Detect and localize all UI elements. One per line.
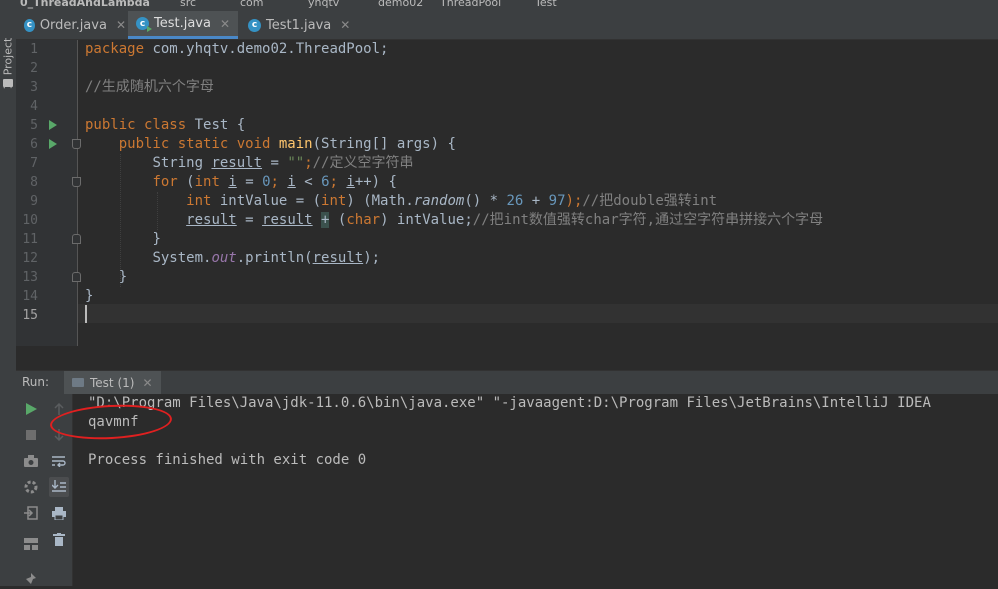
code-line-13: }: [118, 269, 128, 285]
play-icon: [26, 403, 37, 415]
navigation-bar: 0_ThreadAndLambda src com yhqtv demo02 T…: [0, 0, 998, 11]
editor-bottom-spacer: [16, 346, 998, 370]
code-line-5: public class Test {: [85, 117, 246, 133]
line-number: 7: [30, 156, 38, 171]
code-editor[interactable]: 1 2 3 4 5 6 7 8 9 10 11 12 13 14 15 pack…: [16, 40, 998, 346]
breadcrumb-com[interactable]: com: [240, 0, 264, 8]
rerun-button[interactable]: [21, 399, 41, 419]
editor-gutter: 1 2 3 4 5 6 7 8 9 10 11 12 13 14 15: [16, 40, 81, 346]
code-line-14: }: [85, 288, 94, 304]
left-tool-strip: 1: Project: [0, 11, 17, 586]
editor-tab-bar: c Order.java ✕ c Test.java ✕ c Test1.jav…: [16, 11, 998, 40]
fold-icon[interactable]: [72, 139, 81, 149]
close-icon[interactable]: ✕: [116, 18, 126, 32]
layout-icon: [24, 538, 38, 550]
close-icon[interactable]: ✕: [220, 17, 230, 31]
code-line-10: result = result + (char) intValue;//把int…: [186, 212, 824, 228]
console-command-line: "D:\Program Files\Java\jdk-11.0.6\bin\ja…: [88, 395, 931, 411]
enter-icon: [24, 506, 38, 520]
run-config-tab[interactable]: Test (1) ✕: [64, 371, 161, 394]
line-number: 1: [30, 42, 38, 57]
run-gutter-icon[interactable]: [49, 120, 57, 130]
line-number: 6: [30, 137, 38, 152]
close-icon[interactable]: ✕: [340, 18, 350, 32]
code-line-3: //生成随机六个字母: [85, 79, 214, 95]
line-number: 4: [30, 99, 38, 114]
breadcrumb-yhqtv[interactable]: yhqtv: [308, 0, 339, 8]
close-icon[interactable]: ✕: [142, 376, 152, 390]
fold-icon[interactable]: [72, 234, 81, 244]
gear-icon: [24, 480, 38, 494]
scroll-to-end-icon: [52, 480, 66, 492]
dump-threads-button[interactable]: [21, 451, 41, 471]
stop-icon: [26, 430, 36, 440]
line-number: 12: [22, 251, 38, 266]
breadcrumb-src[interactable]: src: [180, 0, 196, 8]
line-number: 3: [30, 80, 38, 95]
line-number: 11: [22, 232, 38, 247]
run-gutter-icon[interactable]: [49, 139, 57, 149]
breadcrumb-test[interactable]: Test: [535, 0, 557, 8]
tab-order-java[interactable]: c Order.java ✕: [16, 11, 126, 39]
tab-label: Test1.java: [266, 17, 332, 33]
tab-label: Order.java: [39, 17, 107, 33]
console-icon: [72, 378, 84, 387]
clear-all-button[interactable]: [49, 529, 69, 549]
line-number: 14: [22, 289, 38, 304]
tab-test-java[interactable]: c Test.java ✕: [128, 11, 238, 39]
restore-layout-button[interactable]: [21, 503, 41, 523]
pin-button[interactable]: [21, 569, 41, 589]
tab-test1-java[interactable]: c Test1.java ✕: [240, 11, 352, 39]
settings-button[interactable]: [21, 477, 41, 497]
print-button[interactable]: [49, 503, 69, 523]
run-label: Run:: [22, 375, 50, 389]
fold-icon[interactable]: [72, 177, 81, 187]
java-class-runnable-icon: c: [136, 17, 152, 32]
text-caret: [85, 305, 87, 323]
code-line-9: int intValue = (int) (Math.random() * 26…: [186, 193, 718, 209]
run-tab-label: Test (1): [90, 375, 135, 390]
camera-icon: [24, 455, 38, 467]
soft-wrap-icon: [52, 456, 66, 467]
run-tool-header: Run: Test (1) ✕: [16, 370, 998, 395]
fold-icon[interactable]: [72, 272, 81, 282]
stop-button[interactable]: [21, 425, 41, 445]
code-line-11: }: [152, 231, 161, 247]
java-class-icon: c: [24, 18, 35, 32]
layout-button[interactable]: [21, 534, 41, 554]
code-line-6: public static void main(String[] args) {: [118, 136, 456, 152]
soft-wrap-button[interactable]: [49, 451, 69, 471]
java-class-icon: c: [248, 18, 261, 32]
current-line-highlight: [78, 304, 998, 323]
breadcrumb-threadpool[interactable]: ThreadPool: [440, 0, 501, 8]
code-line-8: for (int i = 0; i < 6; i++) {: [152, 174, 397, 190]
folder-icon: [3, 79, 13, 87]
breadcrumb-demo02[interactable]: demo02: [378, 0, 423, 8]
tab-label: Test.java: [154, 16, 211, 31]
line-number: 5: [30, 118, 38, 133]
scroll-to-end-button[interactable]: [49, 477, 69, 497]
line-number: 2: [30, 61, 38, 76]
code-line-12: System.out.println(result);: [152, 250, 381, 266]
line-number: 8: [30, 175, 38, 190]
printer-icon: [52, 506, 66, 520]
trash-icon: [53, 532, 65, 546]
code-line-7: String result = "";//定义空字符串: [152, 155, 414, 171]
pin-icon: [26, 573, 36, 584]
line-number: 15: [22, 308, 38, 323]
console-finished-line: Process finished with exit code 0: [88, 452, 367, 468]
code-line-1: package com.yhqtv.demo02.ThreadPool;: [85, 41, 389, 57]
breadcrumb-project[interactable]: 0_ThreadAndLambda: [20, 0, 150, 8]
line-number: 9: [30, 194, 38, 209]
line-number: 10: [22, 213, 38, 228]
line-number: 13: [22, 270, 38, 285]
